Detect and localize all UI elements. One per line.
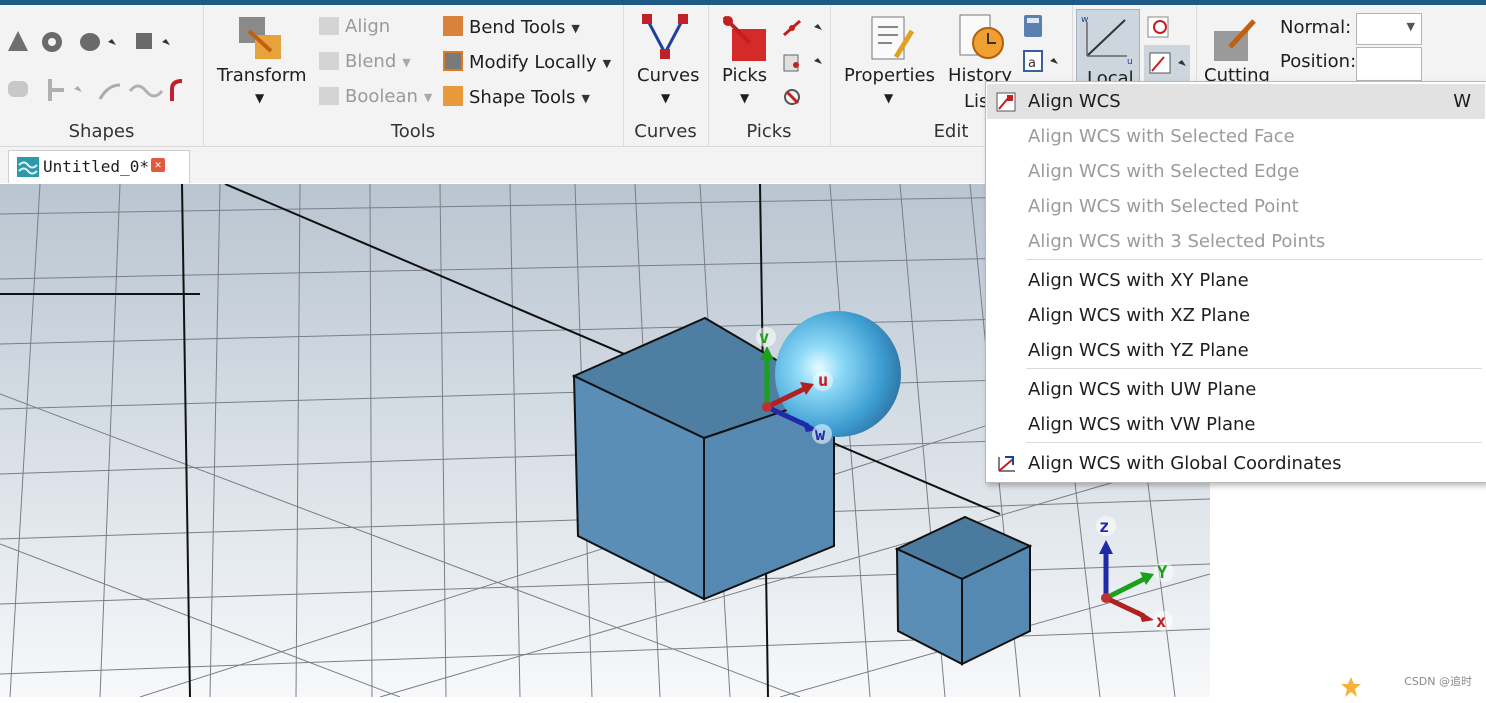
local-wcs-button[interactable]: w u Local — [1076, 9, 1140, 89]
menu-item-align-wcs[interactable]: Align WCS W — [987, 84, 1485, 119]
tab-untitled-0[interactable]: Untitled_0* ✕ — [8, 150, 190, 183]
transform-dropdown-caret[interactable]: ▼ — [255, 91, 264, 105]
group-label-tools: Tools — [390, 121, 436, 142]
picks-button[interactable]: Picks — [722, 65, 767, 86]
align-wcs-icon — [996, 92, 1016, 112]
picks-dropdown-caret[interactable]: ▼ — [740, 91, 749, 105]
boolean-button: Boolean ▼ — [319, 86, 432, 107]
menu-item-align-global-coordinates[interactable]: Align WCS with Global Coordinates — [987, 446, 1485, 481]
transform-button[interactable]: Transform — [217, 65, 307, 86]
boolean-icon — [319, 87, 339, 105]
local-wcs-icon: w u — [1081, 15, 1133, 67]
axis-label-x: x — [1156, 612, 1166, 632]
axis-label-u: u — [818, 371, 828, 391]
position-label: Position: — [1280, 51, 1357, 72]
bend-tools-button[interactable]: Bend Tools ▼ — [443, 16, 580, 38]
shape-tools-button[interactable]: Shape Tools ▼ — [443, 86, 590, 108]
pill-icon — [8, 81, 28, 97]
align-icon — [319, 17, 339, 35]
menu-item-align-xy-plane[interactable]: Align WCS with XY Plane — [987, 263, 1485, 298]
properties-icon[interactable] — [866, 13, 916, 63]
svg-text:a: a — [1028, 56, 1036, 71]
menu-separator — [1026, 368, 1482, 369]
axis-label-y: Y — [1157, 563, 1168, 583]
svg-text:u: u — [1127, 57, 1133, 66]
wcs-small-icons[interactable] — [1144, 13, 1194, 83]
menu-item-align-selected-face: Align WCS with Selected Face — [1028, 126, 1295, 147]
watermark: CSDN @追时 — [1404, 675, 1472, 688]
group-label-curves: Curves — [634, 121, 697, 142]
group-tools: Transform ▼ Align Blend ▼ Boolean ▼ Bend T… — [203, 5, 624, 146]
blend-button: Blend ▼ — [319, 51, 411, 72]
star-icon — [1340, 676, 1362, 698]
properties-button[interactable]: Properties — [844, 65, 935, 86]
align-button: Align — [319, 16, 390, 37]
group-picks: Picks ▼ Picks — [708, 5, 831, 146]
edit-small-icons[interactable]: a — [1022, 13, 1062, 77]
menu-item-align-xz-plane[interactable]: Align WCS with XZ Plane — [987, 298, 1485, 333]
normal-select[interactable]: ▼ — [1356, 13, 1422, 45]
bend-tools-icon — [443, 16, 463, 36]
curves-button[interactable]: Curves — [637, 65, 699, 86]
group-label-picks: Picks — [746, 121, 792, 142]
close-icon[interactable]: ✕ — [151, 158, 165, 172]
cone-icon — [8, 31, 28, 51]
menu-item-align-vw-plane[interactable]: Align WCS with VW Plane — [987, 407, 1485, 442]
menu-item-align-uw-plane[interactable]: Align WCS with UW Plane — [987, 372, 1485, 407]
curves-icon[interactable] — [641, 13, 689, 63]
global-coordinates-icon — [998, 456, 1015, 472]
brick-icon — [136, 33, 152, 49]
shape-tools-icon — [443, 86, 463, 106]
rotate-icon — [98, 83, 121, 100]
loft-icon — [128, 84, 164, 98]
align-wcs-menu: Align WCS W Align WCS with Selected Face… — [985, 81, 1486, 483]
sweep-icon — [170, 79, 183, 101]
properties-dropdown-caret[interactable]: ▼ — [884, 91, 893, 105]
shapes-primitives-icons[interactable] — [4, 25, 174, 55]
group-shapes: Shapes — [0, 5, 204, 146]
cutting-plane-icon[interactable] — [1210, 15, 1260, 63]
transform-icon[interactable] — [235, 13, 287, 63]
history-list-icon[interactable] — [958, 13, 1008, 63]
menu-item-align-3-points: Align WCS with 3 Selected Points — [1028, 231, 1326, 252]
side-panel: CSDN @追时 — [1210, 480, 1486, 697]
modify-locally-button[interactable]: Modify Locally ▼ — [443, 51, 611, 73]
extrude-icon — [48, 79, 64, 101]
blend-icon — [319, 52, 339, 70]
curves-dropdown-caret[interactable]: ▼ — [661, 91, 670, 105]
normal-label: Normal: — [1280, 17, 1352, 38]
picks-icon[interactable] — [720, 13, 770, 63]
svg-text:w: w — [1081, 15, 1088, 25]
axis-label-w: w — [815, 425, 826, 445]
menu-separator — [1026, 259, 1482, 260]
menu-item-align-yz-plane[interactable]: Align WCS with YZ Plane — [987, 333, 1485, 368]
tab-title: Untitled_0* — [43, 157, 149, 176]
menu-separator — [1026, 442, 1482, 443]
shapes-modify-icons — [8, 79, 183, 101]
menu-item-align-selected-point: Align WCS with Selected Point — [1028, 196, 1299, 217]
chevron-down-icon: ▼ — [1406, 20, 1415, 33]
group-label-shapes: Shapes — [68, 121, 135, 142]
position-input[interactable] — [1356, 47, 1422, 81]
axis-label-v: v — [759, 328, 769, 348]
axis-label-z: z — [1099, 517, 1109, 537]
sphere-icon — [80, 33, 100, 51]
modify-locally-icon — [443, 51, 463, 71]
project-icon — [17, 157, 39, 177]
menu-item-align-selected-edge: Align WCS with Selected Edge — [1028, 161, 1300, 182]
picks-small-icons[interactable] — [782, 17, 826, 113]
group-curves: Curves ▼ Curves — [623, 5, 709, 146]
